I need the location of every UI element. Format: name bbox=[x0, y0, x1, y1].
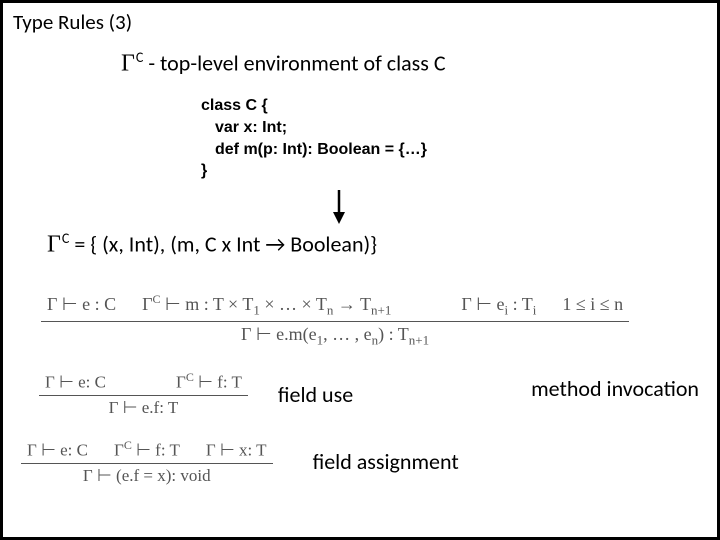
premise: Γ ⊢ x: T bbox=[206, 441, 267, 460]
premise: ⊢ f: T bbox=[132, 441, 180, 460]
rule-method-invocation: Γ ⊢ e : CΓC ⊢ m : T × T1 × … × Tn → Tn+1… bbox=[41, 290, 681, 350]
sub: i bbox=[533, 303, 537, 318]
code-line: } bbox=[201, 160, 709, 182]
arrow-down-icon bbox=[331, 190, 709, 224]
gamma-definition-line: ΓC - top-level environment of class C bbox=[121, 49, 709, 77]
sub: n+1 bbox=[371, 303, 391, 318]
premise: Γ bbox=[176, 373, 186, 392]
inference-rule: Γ ⊢ e: C ΓC ⊢ f: T Γ ⊢ e.f: T bbox=[39, 368, 248, 420]
conclusion: ) : T bbox=[378, 324, 409, 344]
gamma-symbol: Γ bbox=[47, 231, 61, 257]
premise: Γ bbox=[142, 294, 152, 314]
rule-conclusion: Γ ⊢ e.f: T bbox=[39, 396, 248, 420]
premise: ⊢ m : T × T bbox=[161, 294, 254, 314]
side-condition: 1 ≤ i ≤ n bbox=[562, 294, 623, 314]
premise: → T bbox=[333, 294, 371, 314]
sub: n+1 bbox=[409, 332, 429, 347]
sup: C bbox=[186, 370, 194, 384]
premise: : T bbox=[508, 294, 533, 314]
rule-premises: Γ ⊢ e: C ΓC ⊢ f: T bbox=[39, 368, 248, 396]
rule-premises: Γ ⊢ e: C ΓC ⊢ f: T Γ ⊢ x: T bbox=[21, 436, 273, 464]
rule-premises: Γ ⊢ e : CΓC ⊢ m : T × T1 × … × Tn → Tn+1… bbox=[41, 290, 629, 322]
rule-conclusion: Γ ⊢ e.m(e1, … , en) : Tn+1 bbox=[41, 322, 629, 351]
inference-rule: Γ ⊢ e : CΓC ⊢ m : T × T1 × … × Tn → Tn+1… bbox=[41, 290, 629, 350]
conclusion: , … , e bbox=[323, 324, 372, 344]
sup: C bbox=[153, 292, 161, 306]
gamma-def-text: - top-level environment of class C bbox=[143, 49, 445, 76]
rule-conclusion: Γ ⊢ (e.f = x): void bbox=[21, 464, 273, 488]
inference-rule: Γ ⊢ e: C ΓC ⊢ f: T Γ ⊢ x: T Γ ⊢ (e.f = x):… bbox=[21, 436, 273, 488]
rule-field-assignment: Γ ⊢ e: C ΓC ⊢ f: T Γ ⊢ x: T Γ ⊢ (e.f = x):… bbox=[11, 436, 709, 488]
gamma-equation: ΓC = { (x, Int), (m, C x Int → Boolean)} bbox=[47, 230, 709, 258]
slide-title: Type Rules (3) bbox=[13, 9, 709, 35]
code-example: class C { var x: Int; def m(p: Int): Boo… bbox=[201, 95, 709, 181]
code-line: def m(p: Int): Boolean = {…} bbox=[201, 139, 709, 161]
conclusion: Γ ⊢ e.m(e bbox=[241, 324, 317, 344]
rule-label-method: method invocation bbox=[531, 375, 699, 402]
premise: Γ bbox=[114, 441, 124, 460]
rule-label-field: field use bbox=[278, 381, 353, 408]
slide-frame: Type Rules (3) ΓC - top-level environmen… bbox=[0, 0, 720, 540]
premise: Γ ⊢ e : C bbox=[47, 294, 116, 314]
sup: C bbox=[124, 438, 132, 452]
gamma-eq-text: = { (x, Int), (m, C x Int → Boolean)} bbox=[69, 230, 377, 257]
code-line: class C { bbox=[201, 95, 709, 117]
premise: Γ ⊢ e bbox=[461, 294, 504, 314]
premise: Γ ⊢ e: C bbox=[27, 441, 88, 460]
code-line: var x: Int; bbox=[201, 117, 709, 139]
premise: × … × T bbox=[260, 294, 327, 314]
rule-label-assign: field assignment bbox=[313, 448, 459, 475]
premise: Γ ⊢ e: C bbox=[45, 373, 106, 392]
premise: ⊢ f: T bbox=[194, 373, 242, 392]
gamma-symbol: Γ bbox=[121, 50, 135, 76]
